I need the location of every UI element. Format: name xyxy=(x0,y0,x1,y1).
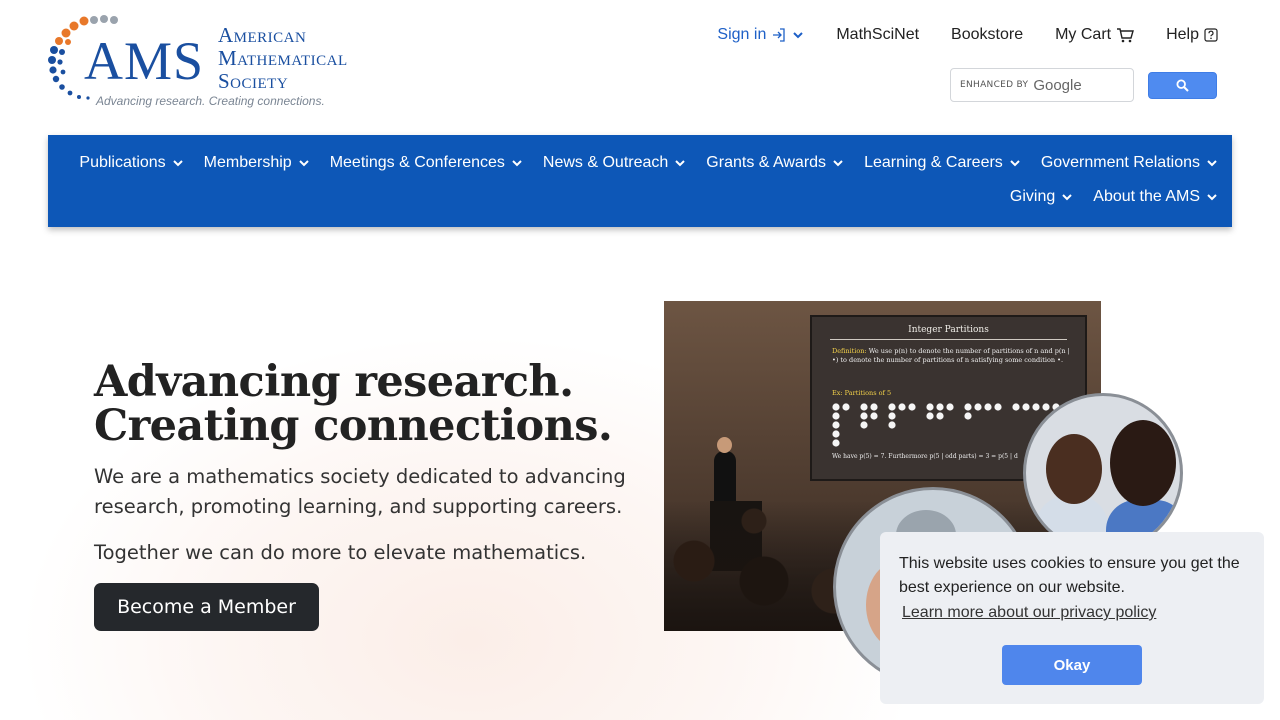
main-nav: Publications Membership Meetings & Confe… xyxy=(48,135,1232,227)
google-label: Google xyxy=(1033,76,1082,94)
my-cart-link[interactable]: My Cart xyxy=(1055,26,1135,44)
chevron-down-icon xyxy=(512,160,522,167)
sign-in-label: Sign in xyxy=(717,26,767,43)
search-icon xyxy=(1176,78,1189,92)
hero-title: Advancing research. Creating connections… xyxy=(94,360,614,448)
nav-label: About the AMS xyxy=(1093,188,1200,205)
chevron-down-icon xyxy=(833,160,843,167)
chevron-down-icon xyxy=(675,160,686,167)
nav-label: Learning & Careers xyxy=(864,154,1003,171)
become-member-button[interactable]: Become a Member xyxy=(94,583,319,631)
attendee-figure xyxy=(1110,420,1176,506)
chevron-down-icon xyxy=(1010,160,1020,167)
help-link[interactable]: Help xyxy=(1166,26,1218,44)
logo-tagline: Advancing research. Creating connections… xyxy=(96,94,325,108)
slide-bottom-text: We have p(5) = 7. Furthermore p(5 | odd … xyxy=(832,453,1018,460)
privacy-policy-link[interactable]: Learn more about our privacy policy xyxy=(902,604,1156,622)
logo-name-line: Mathematical xyxy=(218,46,348,70)
attendees-photo-circle xyxy=(1023,393,1183,553)
search-button[interactable] xyxy=(1148,71,1217,99)
hero-tagline: Together we can do more to elevate mathe… xyxy=(94,541,587,564)
chevron-down-icon xyxy=(172,160,183,167)
chevron-down-icon xyxy=(1062,194,1072,201)
mathscinet-link[interactable]: MathSciNet xyxy=(836,26,919,44)
slide-definition: Definition: We use p(n) to denote the nu… xyxy=(832,347,1072,365)
main-nav-row: Publications Membership Meetings & Confe… xyxy=(59,154,1218,172)
sign-in-icon xyxy=(773,28,785,42)
slide-definition-label: Definition: xyxy=(832,347,867,355)
sign-in-link[interactable]: Sign in xyxy=(717,26,804,44)
chevron-down-icon xyxy=(298,160,309,167)
nav-publications[interactable]: Publications xyxy=(79,154,183,172)
main-nav-row: Giving About the AMS xyxy=(990,188,1218,206)
cart-icon xyxy=(1117,28,1135,43)
chevron-down-icon xyxy=(1207,194,1217,201)
slide-example: Ex: Partitions of 5 xyxy=(832,389,892,397)
help-icon xyxy=(1204,28,1218,42)
cookie-okay-button[interactable]: Okay xyxy=(1002,645,1142,685)
slide-definition-text: We use p(n) to denote the number of part… xyxy=(832,347,1070,364)
nav-about[interactable]: About the AMS xyxy=(1093,188,1218,206)
nav-label: Giving xyxy=(1009,188,1056,205)
help-label: Help xyxy=(1166,26,1199,43)
nav-government-relations[interactable]: Government Relations xyxy=(1041,154,1218,172)
search-input[interactable]: ENHANCED BY Google xyxy=(950,68,1134,102)
nav-label: Membership xyxy=(203,154,292,171)
nav-label: News & Outreach xyxy=(542,154,669,171)
nav-label: Meetings & Conferences xyxy=(329,154,505,171)
site-search: ENHANCED BY Google xyxy=(950,68,1217,102)
chevron-down-icon xyxy=(1207,160,1217,167)
hero-title-line: Creating connections. xyxy=(94,401,613,451)
attendee-figure xyxy=(1046,434,1102,504)
slide-title: Integer Partitions xyxy=(908,325,989,335)
nav-learning-careers[interactable]: Learning & Careers xyxy=(864,154,1021,172)
logo-acronym: AMS xyxy=(84,31,205,91)
nav-label: Government Relations xyxy=(1040,154,1200,171)
my-cart-label: My Cart xyxy=(1055,26,1112,43)
site-header: AMS American Mathematical Society Advanc… xyxy=(0,0,1280,135)
bookstore-link[interactable]: Bookstore xyxy=(951,26,1023,44)
nav-news-outreach[interactable]: News & Outreach xyxy=(543,154,686,172)
cookie-banner: This website uses cookies to ensure you … xyxy=(880,532,1264,704)
nav-membership[interactable]: Membership xyxy=(204,154,310,172)
nav-giving[interactable]: Giving xyxy=(1010,188,1073,206)
nav-label: Grants & Awards xyxy=(706,154,827,171)
nav-meetings[interactable]: Meetings & Conferences xyxy=(330,154,523,172)
ams-logo[interactable]: AMS American Mathematical Society Advanc… xyxy=(46,14,406,112)
logo-name-line: American xyxy=(218,23,307,47)
slide-rule xyxy=(830,339,1067,340)
chevron-down-icon xyxy=(793,32,804,39)
nav-label: Publications xyxy=(79,154,166,171)
logo-society-name: American Mathematical Society xyxy=(218,24,348,93)
utility-nav: Sign in MathSciNet Bookstore My Cart Hel… xyxy=(717,26,1218,44)
hero-title-line: Advancing research. xyxy=(94,357,574,407)
cookie-message: This website uses cookies to ensure you … xyxy=(899,555,1240,596)
nav-grants-awards[interactable]: Grants & Awards xyxy=(706,154,844,172)
logo-name-line: Society xyxy=(218,69,289,93)
hero-description: We are a mathematics society dedicated t… xyxy=(94,465,626,518)
enhanced-by-label: ENHANCED BY xyxy=(960,80,1029,90)
